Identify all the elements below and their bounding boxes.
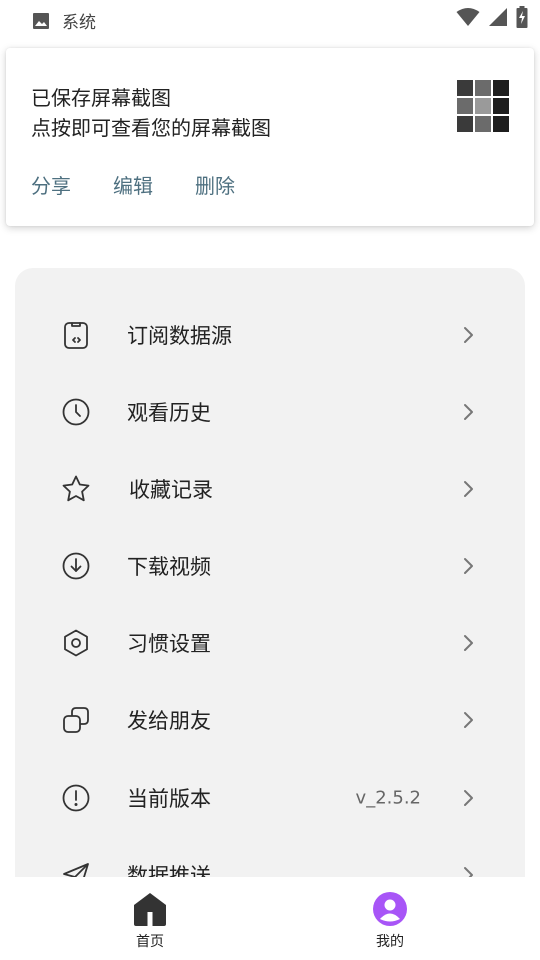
notification-actions: 分享 编辑 删除 bbox=[31, 170, 235, 199]
menu-item-label: 观看历史 bbox=[127, 400, 211, 425]
home-icon bbox=[134, 893, 166, 926]
download-icon bbox=[62, 552, 90, 579]
menu-item-favorites[interactable]: 收藏记录 bbox=[15, 450, 525, 527]
menu-item-share-friends[interactable]: 发给朋友 bbox=[15, 681, 525, 758]
menu-item-download-video[interactable]: 下载视频 bbox=[15, 527, 525, 604]
status-app-label: 系统 bbox=[62, 13, 96, 33]
tab-home[interactable]: 首页 bbox=[90, 877, 210, 960]
menu-item-watch-history[interactable]: 观看历史 bbox=[15, 373, 525, 450]
menu-item-subscription-source[interactable]: 订阅数据源 bbox=[15, 296, 525, 373]
menu-item-preferences[interactable]: 习惯设置 bbox=[15, 604, 525, 681]
notification-title: 已保存屏幕截图 bbox=[31, 86, 171, 110]
thumb-cell bbox=[493, 98, 509, 114]
chevron-right-icon bbox=[464, 403, 473, 420]
thumb-cell bbox=[457, 80, 473, 96]
subscription-source-icon bbox=[64, 321, 88, 349]
share-copy-icon bbox=[63, 706, 89, 733]
screenshot-thumbnail[interactable] bbox=[457, 80, 509, 132]
thumb-cell bbox=[475, 98, 491, 114]
screen: 系统 已保存屏幕截图 点按即可查看您的屏幕截图 分享 编辑 删除 订阅数据源 观… bbox=[0, 0, 540, 960]
status-right bbox=[456, 6, 528, 28]
tab-home-label: 首页 bbox=[136, 934, 164, 950]
edit-button[interactable]: 编辑 bbox=[113, 170, 153, 199]
version-value: v_2.5.2 bbox=[355, 787, 421, 808]
menu-item-label: 习惯设置 bbox=[127, 631, 211, 656]
cellular-signal-icon bbox=[489, 8, 507, 26]
thumb-cell bbox=[457, 116, 473, 132]
thumb-cell bbox=[493, 80, 509, 96]
user-profile-icon bbox=[373, 892, 407, 926]
menu-item-current-version[interactable]: 当前版本 v_2.5.2 bbox=[15, 759, 525, 836]
share-button[interactable]: 分享 bbox=[31, 170, 71, 199]
screenshot-notification[interactable]: 已保存屏幕截图 点按即可查看您的屏幕截图 分享 编辑 删除 bbox=[6, 48, 534, 226]
menu-item-label: 当前版本 bbox=[127, 786, 211, 811]
chevron-right-icon bbox=[464, 326, 473, 343]
star-icon bbox=[62, 475, 90, 501]
chevron-right-icon bbox=[464, 711, 473, 728]
chevron-right-icon bbox=[464, 480, 473, 497]
chevron-right-icon bbox=[464, 634, 473, 651]
settings-hexagon-icon bbox=[64, 629, 88, 656]
menu-panel: 订阅数据源 观看历史 收藏记录 下载视频 习惯设置 发给朋友 当前版本 v_2.… bbox=[15, 268, 525, 960]
bottom-navigation: 首页 我的 bbox=[0, 877, 540, 960]
status-left: 系统 bbox=[32, 8, 96, 33]
tab-mine-label: 我的 bbox=[376, 934, 404, 950]
menu-item-label: 发给朋友 bbox=[127, 708, 211, 733]
thumb-cell bbox=[475, 80, 491, 96]
thumb-cell bbox=[475, 116, 491, 132]
wifi-icon bbox=[456, 8, 480, 26]
tab-mine[interactable]: 我的 bbox=[330, 877, 450, 960]
menu-item-label: 收藏记录 bbox=[129, 477, 213, 502]
status-bar: 系统 bbox=[0, 0, 540, 36]
thumb-cell bbox=[457, 98, 473, 114]
chevron-right-icon bbox=[464, 557, 473, 574]
notification-subtitle: 点按即可查看您的屏幕截图 bbox=[31, 116, 271, 140]
clock-icon bbox=[62, 398, 90, 425]
info-exclamation-icon bbox=[62, 784, 90, 811]
thumb-cell bbox=[493, 116, 509, 132]
delete-button[interactable]: 删除 bbox=[195, 170, 235, 199]
chevron-right-icon bbox=[464, 789, 473, 806]
menu-item-label: 下载视频 bbox=[127, 554, 211, 579]
menu-item-label: 订阅数据源 bbox=[127, 323, 232, 348]
battery-charging-icon bbox=[516, 6, 528, 28]
image-icon bbox=[33, 12, 49, 29]
